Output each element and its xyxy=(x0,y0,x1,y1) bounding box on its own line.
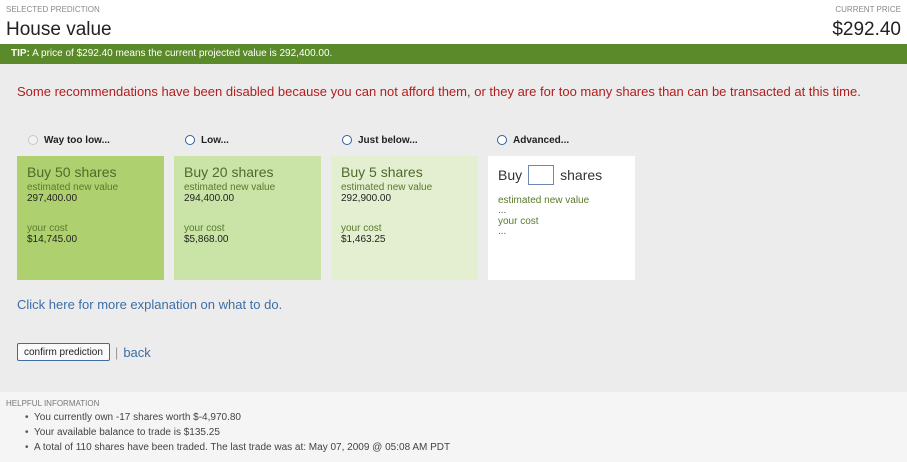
recommendation-card-low[interactable]: Buy 20 shares estimated new value 294,40… xyxy=(174,156,321,280)
action-row: confirm prediction | back xyxy=(17,343,151,361)
tip-text: A price of $292.40 means the current pro… xyxy=(32,48,333,59)
card-est-label: estimated new value xyxy=(184,182,276,193)
radio-advanced[interactable] xyxy=(497,135,507,145)
advanced-shares-label: shares xyxy=(560,167,603,183)
recommendation-card-just-below[interactable]: Buy 5 shares estimated new value 292,900… xyxy=(331,156,478,280)
confirm-prediction-button[interactable]: confirm prediction xyxy=(17,343,110,361)
radio-way-too-low xyxy=(28,135,38,145)
recommendation-panel: Some recommendations have been disabled … xyxy=(0,64,907,392)
advanced-shares-input[interactable] xyxy=(528,165,555,185)
option-way-too-low-label: Way too low... xyxy=(44,134,110,146)
action-separator: | xyxy=(114,344,119,360)
option-advanced[interactable]: Advanced... xyxy=(497,132,569,148)
card-cost-value: $1,463.25 xyxy=(341,234,386,245)
card-est-value: 297,400.00 xyxy=(27,193,78,204)
card-est-value: 294,400.00 xyxy=(184,193,235,204)
disabled-warning: Some recommendations have been disabled … xyxy=(17,84,861,99)
card-buy-text: Buy 5 shares xyxy=(341,164,423,180)
radio-just-below[interactable] xyxy=(342,135,352,145)
card-est-label: estimated new value xyxy=(341,182,433,193)
option-advanced-label[interactable]: Advanced... xyxy=(513,135,569,146)
option-low[interactable]: Low... xyxy=(185,132,229,148)
prediction-header: SELECTED PREDICTION House value CURRENT … xyxy=(0,0,907,44)
recommendation-card-way-too-low: Buy 50 shares estimated new value 297,40… xyxy=(17,156,164,280)
card-cost-label: your cost xyxy=(341,223,382,234)
card-cost-value: $14,745.00 xyxy=(27,234,78,245)
card-buy-text: Buy 20 shares xyxy=(184,164,274,180)
option-way-too-low: Way too low... xyxy=(28,132,110,148)
radio-low[interactable] xyxy=(185,135,195,145)
helpful-information-title: HELPFUL INFORMATION xyxy=(6,399,100,408)
option-just-below[interactable]: Just below... xyxy=(342,132,418,148)
helpful-information: HELPFUL INFORMATION You currently own -1… xyxy=(0,392,907,462)
card-cost-value: $5,868.00 xyxy=(184,234,229,245)
help-item-trade-summary: A total of 110 shares have been traded. … xyxy=(25,440,450,455)
option-just-below-label[interactable]: Just below... xyxy=(358,135,418,146)
advanced-cost-label: your cost xyxy=(498,216,539,227)
helpful-information-list: You currently own -17 shares worth $-4,9… xyxy=(25,410,450,455)
advanced-buy-row: Buy shares xyxy=(498,165,625,185)
help-item-shares-owned: You currently own -17 shares worth $-4,9… xyxy=(25,410,450,425)
current-price: $292.40 xyxy=(832,19,901,40)
back-link[interactable]: back xyxy=(123,345,150,360)
option-low-label[interactable]: Low... xyxy=(201,135,229,146)
card-cost-label: your cost xyxy=(27,223,68,234)
card-cost-label: your cost xyxy=(184,223,225,234)
advanced-est-value: ... xyxy=(498,205,507,216)
explanation-link[interactable]: Click here for more explanation on what … xyxy=(17,297,282,312)
advanced-buy-label: Buy xyxy=(498,167,523,183)
prediction-title: House value xyxy=(6,19,112,40)
selected-prediction-label: SELECTED PREDICTION xyxy=(6,5,100,14)
recommendation-card-advanced[interactable]: Buy shares estimated new value ... your … xyxy=(488,156,635,280)
help-item-balance: Your available balance to trade is $135.… xyxy=(25,425,450,440)
current-price-label: CURRENT PRICE xyxy=(835,5,901,14)
advanced-cost-value: ... xyxy=(498,226,507,237)
tip-bar: TIP: A price of $292.40 means the curren… xyxy=(0,44,907,64)
card-est-value: 292,900.00 xyxy=(341,193,392,204)
card-buy-text: Buy 50 shares xyxy=(27,164,117,180)
card-est-label: estimated new value xyxy=(27,182,119,193)
advanced-est-label: estimated new value xyxy=(498,195,590,206)
tip-prefix: TIP: xyxy=(11,48,30,59)
